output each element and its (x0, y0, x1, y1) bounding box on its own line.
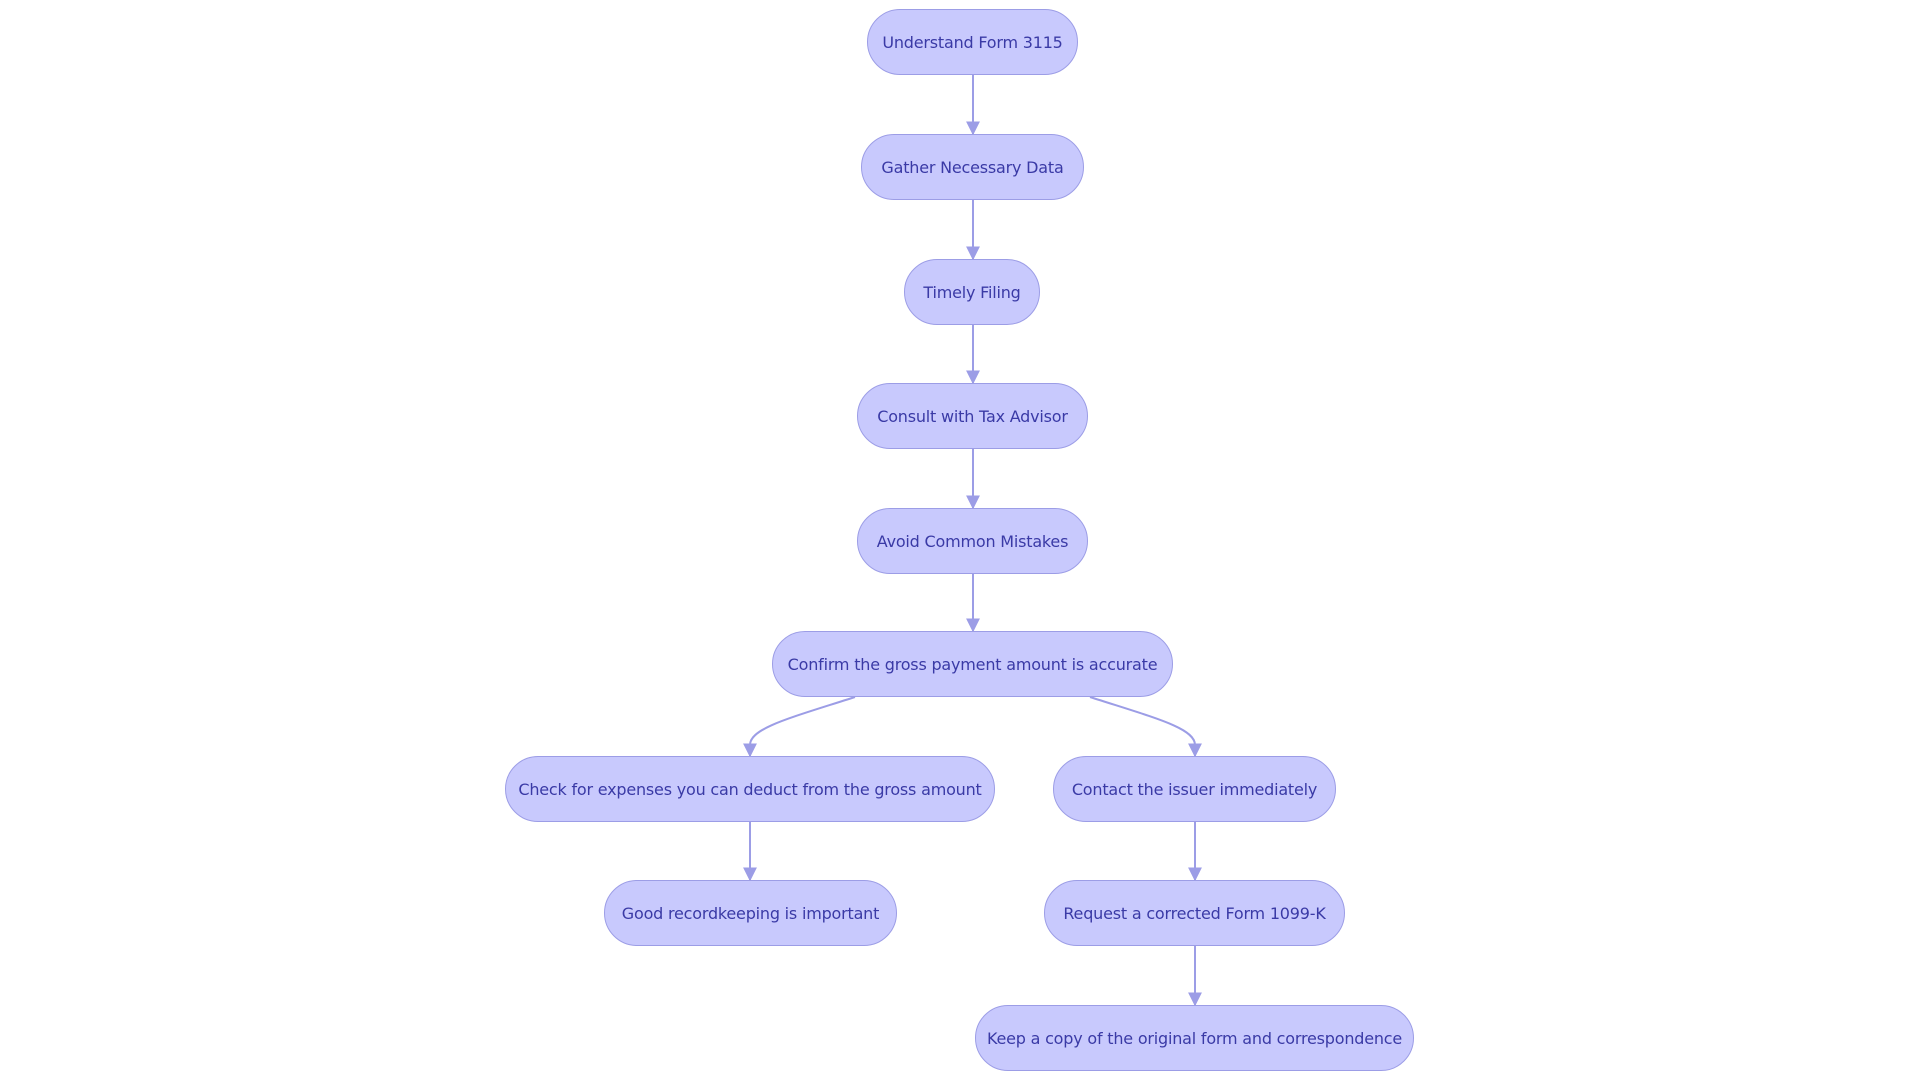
edge-n6-n9 (1089, 696, 1202, 758)
node-keep-copy: Keep a copy of the original form and cor… (975, 1005, 1414, 1071)
node-contact-issuer: Contact the issuer immediately (1053, 756, 1336, 822)
node-gather-data: Gather Necessary Data (861, 134, 1084, 200)
node-confirm-gross: Confirm the gross payment amount is accu… (772, 631, 1173, 697)
node-check-expenses: Check for expenses you can deduct from t… (505, 756, 995, 822)
node-understand-form: Understand Form 3115 (867, 9, 1078, 75)
node-consult-advisor: Consult with Tax Advisor (857, 383, 1088, 449)
node-timely-filing: Timely Filing (904, 259, 1040, 325)
node-good-recordkeeping: Good recordkeeping is important (604, 880, 897, 946)
node-avoid-mistakes: Avoid Common Mistakes (857, 508, 1088, 574)
node-request-corrected: Request a corrected Form 1099-K (1044, 880, 1345, 946)
edge-n6-n7 (743, 696, 856, 758)
